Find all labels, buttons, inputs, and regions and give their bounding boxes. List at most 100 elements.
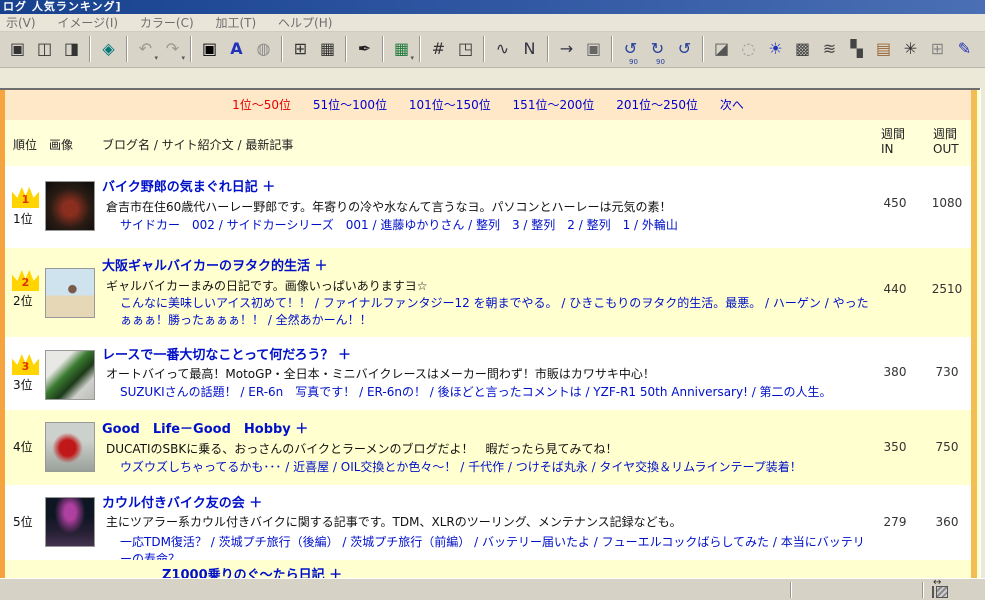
paste-button[interactable]: ◫: [31, 36, 58, 62]
blog-thumbnail[interactable]: [45, 497, 95, 547]
latest-article-links[interactable]: SUZUKIさんの話題！ / ER-6n 写真です！ / ER-6nの！ / 後…: [120, 384, 872, 401]
weekly-out-value: 1080: [931, 196, 963, 210]
latest-article-links[interactable]: こんなに美味しいアイス初めて！！ / ファイナルファンタジー12 を朝までやる。…: [120, 295, 872, 329]
page-link-101-150[interactable]: 101位～150位: [409, 98, 491, 112]
menu-color[interactable]: カラー(C): [140, 14, 194, 32]
menu-process[interactable]: 加工(T): [215, 14, 256, 32]
edit-colors-button[interactable]: ✏: [978, 36, 985, 62]
select-frame-button[interactable]: ▣: [196, 36, 223, 62]
bricks-button[interactable]: ▤: [870, 36, 897, 62]
starburst-button[interactable]: ☀: [762, 36, 789, 62]
resize-handle-icon[interactable]: ↔: [930, 577, 952, 599]
menu-help[interactable]: ヘルプ(H): [278, 14, 332, 32]
window-right-frame: [980, 88, 985, 578]
copy-icon: ▣: [9, 39, 26, 58]
menu-image[interactable]: イメージ(I): [57, 14, 118, 32]
toolbar-separator: [345, 36, 347, 62]
crop-button[interactable]: #: [425, 36, 452, 62]
weekly-out-value: 730: [935, 365, 959, 379]
blog-thumbnail[interactable]: [45, 181, 95, 231]
table-row: 1 1位 バイク野郎の気まぐれ日記 ＋ 倉吉市在住60歳代ハーレー野郎です。年寄…: [5, 166, 971, 248]
statusbar-divider: [790, 582, 792, 598]
waves-button[interactable]: ≋: [816, 36, 843, 62]
col-image: 画像: [49, 138, 74, 152]
redo-icon: ↷: [165, 39, 180, 58]
paint-fill-button[interactable]: ◈: [95, 36, 122, 62]
page-link-151-200[interactable]: 151位～200位: [513, 98, 595, 112]
table-row: 5位 カウル付きバイク友の会 ＋ 主にツアラー系カウル付きバイクに関する記事です…: [5, 485, 971, 560]
palette-grid-button[interactable]: ▦ ▾: [388, 36, 415, 62]
toolbar-separator: [126, 36, 128, 62]
curve-tool-icon: ∿: [495, 39, 510, 58]
weekly-in-value: 450: [883, 196, 907, 210]
redo-button[interactable]: ↷ ▾: [159, 36, 186, 62]
table-row: 2 2位 大阪ギャルバイカーのヲタク的生活 ＋ ギャルバイカーまみの日記です。画…: [5, 248, 971, 337]
col-rank: 順位: [13, 138, 38, 152]
filmstrip-button[interactable]: ▦: [314, 36, 341, 62]
blog-thumbnail[interactable]: [45, 422, 95, 472]
blog-title-link[interactable]: 大阪ギャルバイカーのヲタク的生活 ＋: [102, 255, 328, 274]
text-tool-button[interactable]: A: [223, 36, 250, 62]
blog-title-link[interactable]: Good Life－Good Hobby ＋: [102, 418, 308, 437]
blog-title-link[interactable]: カウル付きバイク友の会 ＋: [102, 492, 262, 511]
pencil-icon: ✎: [957, 39, 972, 58]
latest-article-links[interactable]: 一応TDM復活？ / 茨城プチ旅行（後編） / 茨城プチ旅行（前編） / バッテ…: [120, 534, 872, 560]
window-panes-button[interactable]: ⊞: [924, 36, 951, 62]
dither-button[interactable]: ▩: [789, 36, 816, 62]
rank-label: 2位: [13, 294, 33, 308]
line-tool-button[interactable]: N: [516, 36, 543, 62]
window-title: ログ 人気ランキング]: [3, 0, 122, 13]
tile-view-button[interactable]: ⊞: [287, 36, 314, 62]
blog-title-link[interactable]: Z1000乗りのぐ～たら日記 ＋: [162, 564, 342, 578]
bricks-icon: ▤: [875, 39, 892, 58]
rotate-right-90-button[interactable]: ↻ 90: [644, 36, 671, 66]
thumbnail-box-button[interactable]: ▣: [580, 36, 607, 62]
page-link-1-50[interactable]: 1位～50位: [232, 98, 291, 112]
blend-button[interactable]: ◍: [250, 36, 277, 62]
window-titlebar: ログ 人気ランキング]: [0, 0, 985, 14]
tile-view-icon: ⊞: [293, 39, 308, 58]
latest-article-links[interactable]: ウズウズしちゃってるかも･･･ / 近喜屋 / OIL交換とか色々～！ / 千代…: [120, 459, 872, 476]
page-link-next[interactable]: 次へ: [720, 98, 744, 112]
blog-thumbnail[interactable]: [45, 268, 95, 318]
blog-thumbnail[interactable]: [45, 350, 95, 400]
paste-special-button[interactable]: ◨: [58, 36, 85, 62]
undo-icon: ↶: [138, 39, 153, 58]
page-right-edge: [971, 90, 977, 578]
toolbar-separator: [611, 36, 613, 62]
eyedropper-button[interactable]: ✒: [351, 36, 378, 62]
window-panes-icon: ⊞: [930, 39, 945, 58]
weekly-in-value: 380: [883, 365, 907, 379]
latest-article-links[interactable]: サイドカー 002 / サイドカーシリーズ 001 / 進藤ゆかりさん / 整列…: [120, 217, 872, 234]
copy-button[interactable]: ▣: [4, 36, 31, 62]
rotate-180-button[interactable]: ↺: [671, 36, 698, 62]
waves-icon: ≋: [822, 39, 837, 58]
column-header: 順位 画像 ブログ名 / サイト紹介文 / 最新記事 週間 IN 週間 OUT: [5, 120, 971, 166]
drop-shadow-icon: ◪: [713, 39, 730, 58]
move-right-button[interactable]: →: [553, 36, 580, 62]
rotate-left-90-button[interactable]: ↺ 90: [617, 36, 644, 66]
toolbar-separator: [419, 36, 421, 62]
pencil-button[interactable]: ✎: [951, 36, 978, 62]
blog-description: 倉吉市在住60歳代ハーレー野郎です。年寄りの冷や水なんて言うなヨ。パソコンとハー…: [106, 200, 672, 214]
page-link-51-100[interactable]: 51位～100位: [313, 98, 387, 112]
table-row: Z1000乗りのぐ～たら日記 ＋: [5, 560, 971, 578]
mosaic-button[interactable]: ▚: [843, 36, 870, 62]
menu-view[interactable]: 示(V): [6, 14, 36, 32]
blend-icon: ◍: [256, 39, 271, 58]
soft-blur-button[interactable]: ◌: [735, 36, 762, 62]
blog-title-link[interactable]: バイク野郎の気まぐれ日記 ＋: [102, 176, 275, 195]
rank-label: 3位: [13, 378, 33, 392]
rank-label: 1位: [13, 212, 33, 226]
undo-button[interactable]: ↶ ▾: [132, 36, 159, 62]
blog-title-link[interactable]: レースで一番大切なことって何だろう？ ＋: [102, 344, 351, 363]
page-link-201-250[interactable]: 201位～250位: [616, 98, 698, 112]
sharpen-icon: ✳: [903, 39, 918, 58]
sharpen-button[interactable]: ✳: [897, 36, 924, 62]
drop-shadow-button[interactable]: ◪: [708, 36, 735, 62]
weekly-out-value: 360: [935, 515, 959, 529]
move-right-icon: →: [559, 39, 574, 58]
curve-tool-button[interactable]: ∿: [489, 36, 516, 62]
palette-grid-icon: ▦: [393, 39, 410, 58]
canvas-size-button[interactable]: ◳: [452, 36, 479, 62]
